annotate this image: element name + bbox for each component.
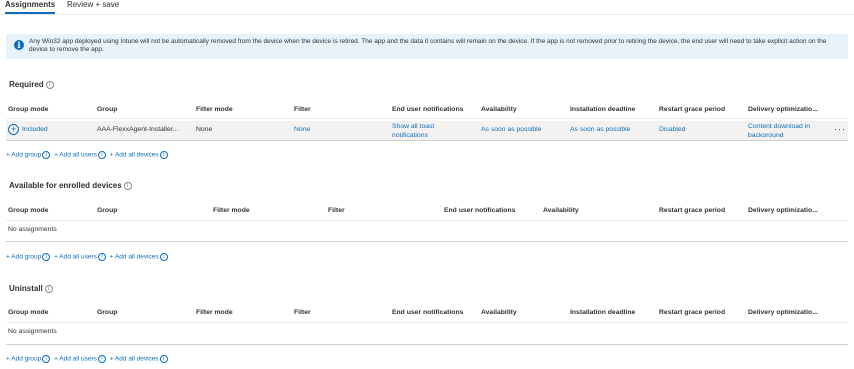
help-icon[interactable]: i (97, 355, 106, 363)
add-all-users-link[interactable]: + Add all users (54, 152, 97, 159)
col-header-availability: Availability (481, 309, 517, 316)
filter-mode-value: None (196, 126, 213, 133)
col-header-group-mode: Group mode (8, 106, 49, 113)
delivery-optimization-link[interactable]: Content download in backoround (748, 122, 828, 140)
col-header-delivery-optimization: Delivery optimizatio... (748, 309, 818, 316)
add-all-users-link[interactable]: + Add all users (54, 356, 97, 363)
tab-divider (0, 14, 854, 15)
divider (6, 344, 848, 345)
info-icon: i (14, 40, 24, 50)
col-header-restart-grace-period: Restart grace period (659, 106, 726, 113)
add-all-devices-link[interactable]: + Add all devices (110, 152, 159, 159)
add-links-uninstall: + Add group i + Add all users i + Add all … (6, 355, 170, 363)
section-title-available-label: Available for enrolled devices (9, 181, 122, 190)
section-title-required-label: Required (9, 80, 44, 89)
group-name: AAA-FlexxAgent-Installer... (97, 126, 179, 133)
add-all-users-link[interactable]: + Add all users (54, 254, 97, 261)
col-header-end-user-notifications: End user notifications (392, 309, 464, 316)
col-header-availability: Availability (543, 207, 579, 214)
add-links-available: + Add group i + Add all users i + Add all … (6, 253, 170, 261)
col-header-availability: Availability (481, 106, 517, 113)
help-icon[interactable]: i (45, 80, 54, 89)
help-icon[interactable]: i (97, 151, 106, 159)
col-header-group: Group (97, 106, 118, 113)
col-header-filter-mode: Filter mode (196, 309, 233, 316)
section-title-uninstall: Uninstall i (9, 284, 53, 293)
col-header-installation-deadline: Installation deadline (570, 106, 636, 113)
col-header-installation-deadline: Installation deadline (570, 309, 636, 316)
more-options-icon[interactable]: ··· (834, 124, 846, 134)
add-group-link[interactable]: + Add group (6, 152, 41, 159)
add-group-link[interactable]: + Add group (6, 356, 41, 363)
col-header-filter-mode: Filter mode (213, 207, 250, 214)
col-header-filter: Filter (328, 207, 345, 214)
filter-link[interactable]: None (294, 126, 310, 133)
deadline-link[interactable]: As soon as possible (570, 126, 630, 133)
col-header-filter: Filter (294, 309, 311, 316)
section-title-required: Required i (9, 80, 54, 89)
col-header-filter-mode: Filter mode (196, 106, 233, 113)
col-header-restart-grace-period: Restart grace period (659, 207, 726, 214)
section-title-available: Available for enrolled devices i (9, 181, 132, 190)
notifications-link[interactable]: Show all toast notifications (392, 122, 462, 140)
divider (6, 322, 848, 323)
col-header-filter: Filter (294, 106, 311, 113)
help-icon[interactable]: i (42, 355, 51, 363)
info-banner-text: Any Win32 app deployed using Intune will… (29, 38, 827, 53)
col-header-end-user-notifications: End user notifications (392, 106, 464, 113)
help-icon[interactable]: i (44, 284, 53, 293)
add-circle-icon: + (8, 124, 19, 135)
help-icon[interactable]: i (42, 253, 51, 261)
help-icon[interactable]: i (123, 181, 132, 190)
help-icon[interactable]: i (159, 151, 168, 159)
col-header-group: Group (97, 309, 118, 316)
info-banner: i Any Win32 app deployed using Intune wi… (6, 34, 848, 59)
col-header-delivery-optimization: Delivery optimizatio... (748, 207, 818, 214)
help-icon[interactable]: i (159, 253, 168, 261)
help-icon[interactable]: i (159, 355, 168, 363)
no-assignments-text: No assignments (8, 226, 57, 233)
col-header-group-mode: Group mode (8, 207, 49, 214)
tab-review-save[interactable]: Review + save (67, 0, 119, 10)
divider (6, 220, 848, 221)
col-header-delivery-optimization: Delivery optimizatio... (748, 106, 818, 113)
divider (6, 140, 848, 141)
divider (6, 118, 848, 119)
tab-assignments[interactable]: Assignments (5, 0, 56, 14)
availability-link[interactable]: As soon as possible (481, 126, 541, 133)
col-header-restart-grace-period: Restart grace period (659, 309, 726, 316)
add-links-required: + Add group i + Add all users i + Add all … (6, 151, 170, 159)
add-group-link[interactable]: + Add group (6, 254, 41, 261)
group-mode-included[interactable]: Included (22, 126, 48, 133)
col-header-end-user-notifications: End user notifications (444, 207, 516, 214)
divider (6, 241, 848, 242)
restart-grace-link[interactable]: Disabled (659, 126, 685, 133)
tab-bar: Assignments Review + save (0, 0, 854, 14)
help-icon[interactable]: i (42, 151, 51, 159)
col-header-group: Group (97, 207, 118, 214)
add-all-devices-link[interactable]: + Add all devices (110, 356, 159, 363)
add-all-devices-link[interactable]: + Add all devices (110, 254, 159, 261)
help-icon[interactable]: i (97, 253, 106, 261)
col-header-group-mode: Group mode (8, 309, 49, 316)
section-title-uninstall-label: Uninstall (9, 284, 43, 293)
no-assignments-text: No assignments (8, 328, 57, 335)
